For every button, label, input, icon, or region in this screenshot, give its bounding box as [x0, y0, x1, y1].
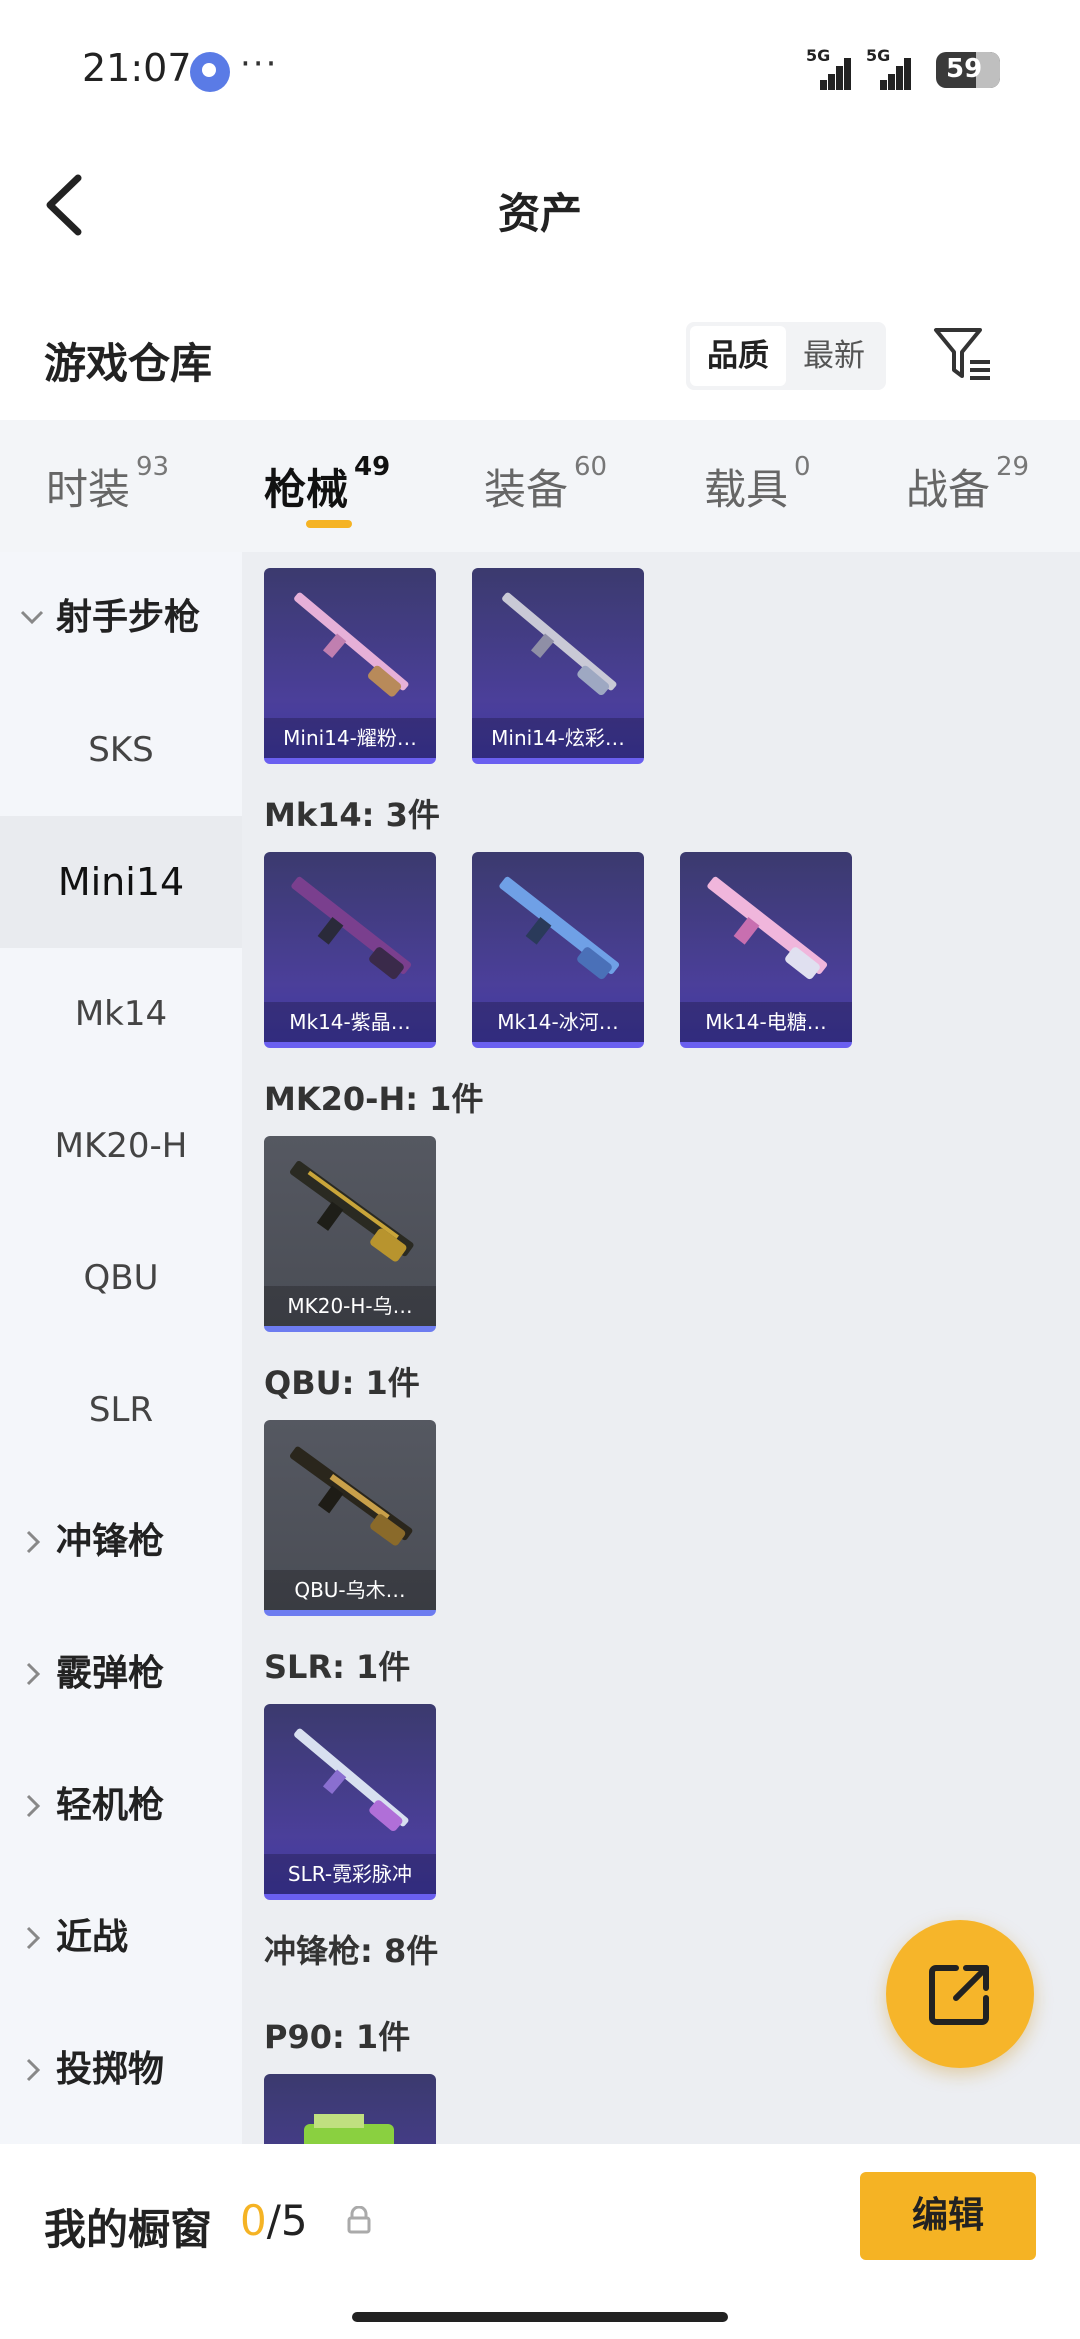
active-tab-indicator: [306, 520, 352, 528]
weapon-card[interactable]: Mini14-耀粉…: [264, 568, 436, 764]
lock-icon: [347, 2206, 371, 2234]
rifle-skin-icon: [291, 876, 412, 980]
weapon-name: QBU-乌木…: [264, 1570, 436, 1610]
filter-icon[interactable]: [932, 324, 994, 386]
more-notifications-icon: ···: [240, 44, 279, 84]
chevron-right-icon: [26, 1530, 41, 1554]
weapon-card[interactable]: Mini14-炫彩…: [472, 568, 644, 764]
weapon-name: SLR-霓彩脉冲: [264, 1854, 436, 1894]
sidebar-group-shotgun[interactable]: 霰弹枪: [0, 1608, 242, 1740]
rifle-skin-icon: [502, 592, 617, 696]
sidebar-group-sniper[interactable]: 射手步枪: [0, 552, 242, 684]
showcase-bar: 我的橱窗 0/5 编辑: [0, 2144, 1080, 2339]
app-header: 资产: [0, 140, 1080, 270]
weapon-name: Mini14-炫彩…: [472, 718, 644, 758]
section-mk14: Mk14: 3件: [264, 796, 440, 834]
tab-equipment[interactable]: 装备 60: [484, 452, 607, 517]
showcase-title: 我的橱窗: [44, 2205, 213, 2254]
section-p90: P90: 1件: [264, 2018, 411, 2056]
weapon-name: MK20-H-乌…: [264, 1286, 436, 1326]
sidebar-item-mk14[interactable]: Mk14: [0, 948, 242, 1080]
tab-fashion[interactable]: 时装 93: [46, 452, 169, 517]
section-mk20h: MK20-H: 1件: [264, 1080, 484, 1118]
signal-5g-icon: 5G: [866, 46, 912, 90]
weapon-category-sidebar: 射手步枪 SKS Mini14 Mk14 MK20-H QBU SLR 冲锋枪 …: [0, 552, 242, 2144]
weapon-name: Mini14-耀粉…: [264, 718, 436, 758]
signal-5g-icon: 5G: [806, 46, 852, 90]
weapon-card[interactable]: Mk14-紫晶…: [264, 852, 436, 1048]
weapon-card[interactable]: MK20-H-乌…: [264, 1136, 436, 1332]
rifle-skin-icon: [294, 592, 409, 697]
rifle-skin-icon: [294, 1728, 409, 1832]
status-bar: 21:07 ··· 5G 5G 59: [0, 0, 1080, 140]
sidebar-group-throwables[interactable]: 投掷物: [0, 2004, 242, 2136]
share-icon: [929, 1965, 989, 2025]
sidebar-item-slr[interactable]: SLR: [0, 1344, 242, 1476]
chevron-right-icon: [26, 1794, 41, 1818]
weapon-card[interactable]: QBU-乌木…: [264, 1420, 436, 1616]
chevron-right-icon: [26, 2058, 41, 2082]
rifle-skin-icon: [707, 876, 828, 980]
chevron-right-icon: [26, 1926, 41, 1950]
sort-toggle: 品质 最新: [686, 322, 886, 390]
smg-skin-icon: [304, 2114, 394, 2144]
tab-vehicles[interactable]: 载具 0: [704, 452, 811, 517]
weapon-card[interactable]: Mk14-冰河…: [472, 852, 644, 1048]
app-notification-icon: [190, 52, 230, 92]
rifle-skin-icon: [290, 1160, 414, 1262]
weapon-card[interactable]: Mk14-电糖…: [680, 852, 852, 1048]
sort-quality-button[interactable]: 品质: [690, 326, 786, 386]
page-title: 资产: [497, 189, 582, 238]
home-indicator[interactable]: [352, 2312, 728, 2322]
battery-icon: 59: [936, 52, 1000, 88]
rifle-skin-icon: [290, 1446, 413, 1546]
tab-supplies[interactable]: 战备 29: [906, 452, 1029, 517]
showcase-count: 0/5: [240, 2196, 308, 2245]
section-smg: 冲锋枪: 8件: [264, 1932, 439, 1970]
weapon-grid: Mini14-耀粉… Mini14-炫彩… Mk14: 3件 Mk14-紫晶… …: [242, 552, 1080, 2144]
section-qbu: QBU: 1件: [264, 1364, 420, 1402]
weapon-name: Mk14-紫晶…: [264, 1002, 436, 1042]
tab-weapons[interactable]: 枪械 49: [264, 452, 390, 517]
weapon-name: Mk14-电糖…: [680, 1002, 852, 1042]
weapon-name: Mk14-冰河…: [472, 1002, 644, 1042]
sidebar-item-mini14[interactable]: Mini14: [0, 816, 242, 948]
category-tabs: 时装 93 枪械 49 装备 60 载具 0 战备 29: [0, 420, 1080, 552]
sort-latest-button[interactable]: 最新: [786, 326, 882, 386]
warehouse-title: 游戏仓库: [44, 339, 213, 388]
edit-button[interactable]: 编辑: [860, 2172, 1036, 2260]
weapon-card[interactable]: [264, 2074, 436, 2144]
section-slr: SLR: 1件: [264, 1648, 411, 1686]
warehouse-header: 游戏仓库 品质 最新: [0, 290, 1080, 420]
sidebar-group-melee[interactable]: 近战: [0, 1872, 242, 2004]
sidebar-group-smg[interactable]: 冲锋枪: [0, 1476, 242, 1608]
sidebar-item-mk20h[interactable]: MK20-H: [0, 1080, 242, 1212]
sidebar-item-sks[interactable]: SKS: [0, 684, 242, 816]
sidebar-group-lmg[interactable]: 轻机枪: [0, 1740, 242, 1872]
rifle-skin-icon: [499, 876, 620, 980]
sidebar-item-qbu[interactable]: QBU: [0, 1212, 242, 1344]
chevron-down-icon: [20, 610, 44, 625]
share-button[interactable]: [886, 1920, 1034, 2068]
chevron-right-icon: [26, 1662, 41, 1686]
weapon-card[interactable]: SLR-霓彩脉冲: [264, 1704, 436, 1900]
status-time: 21:07: [82, 46, 192, 90]
